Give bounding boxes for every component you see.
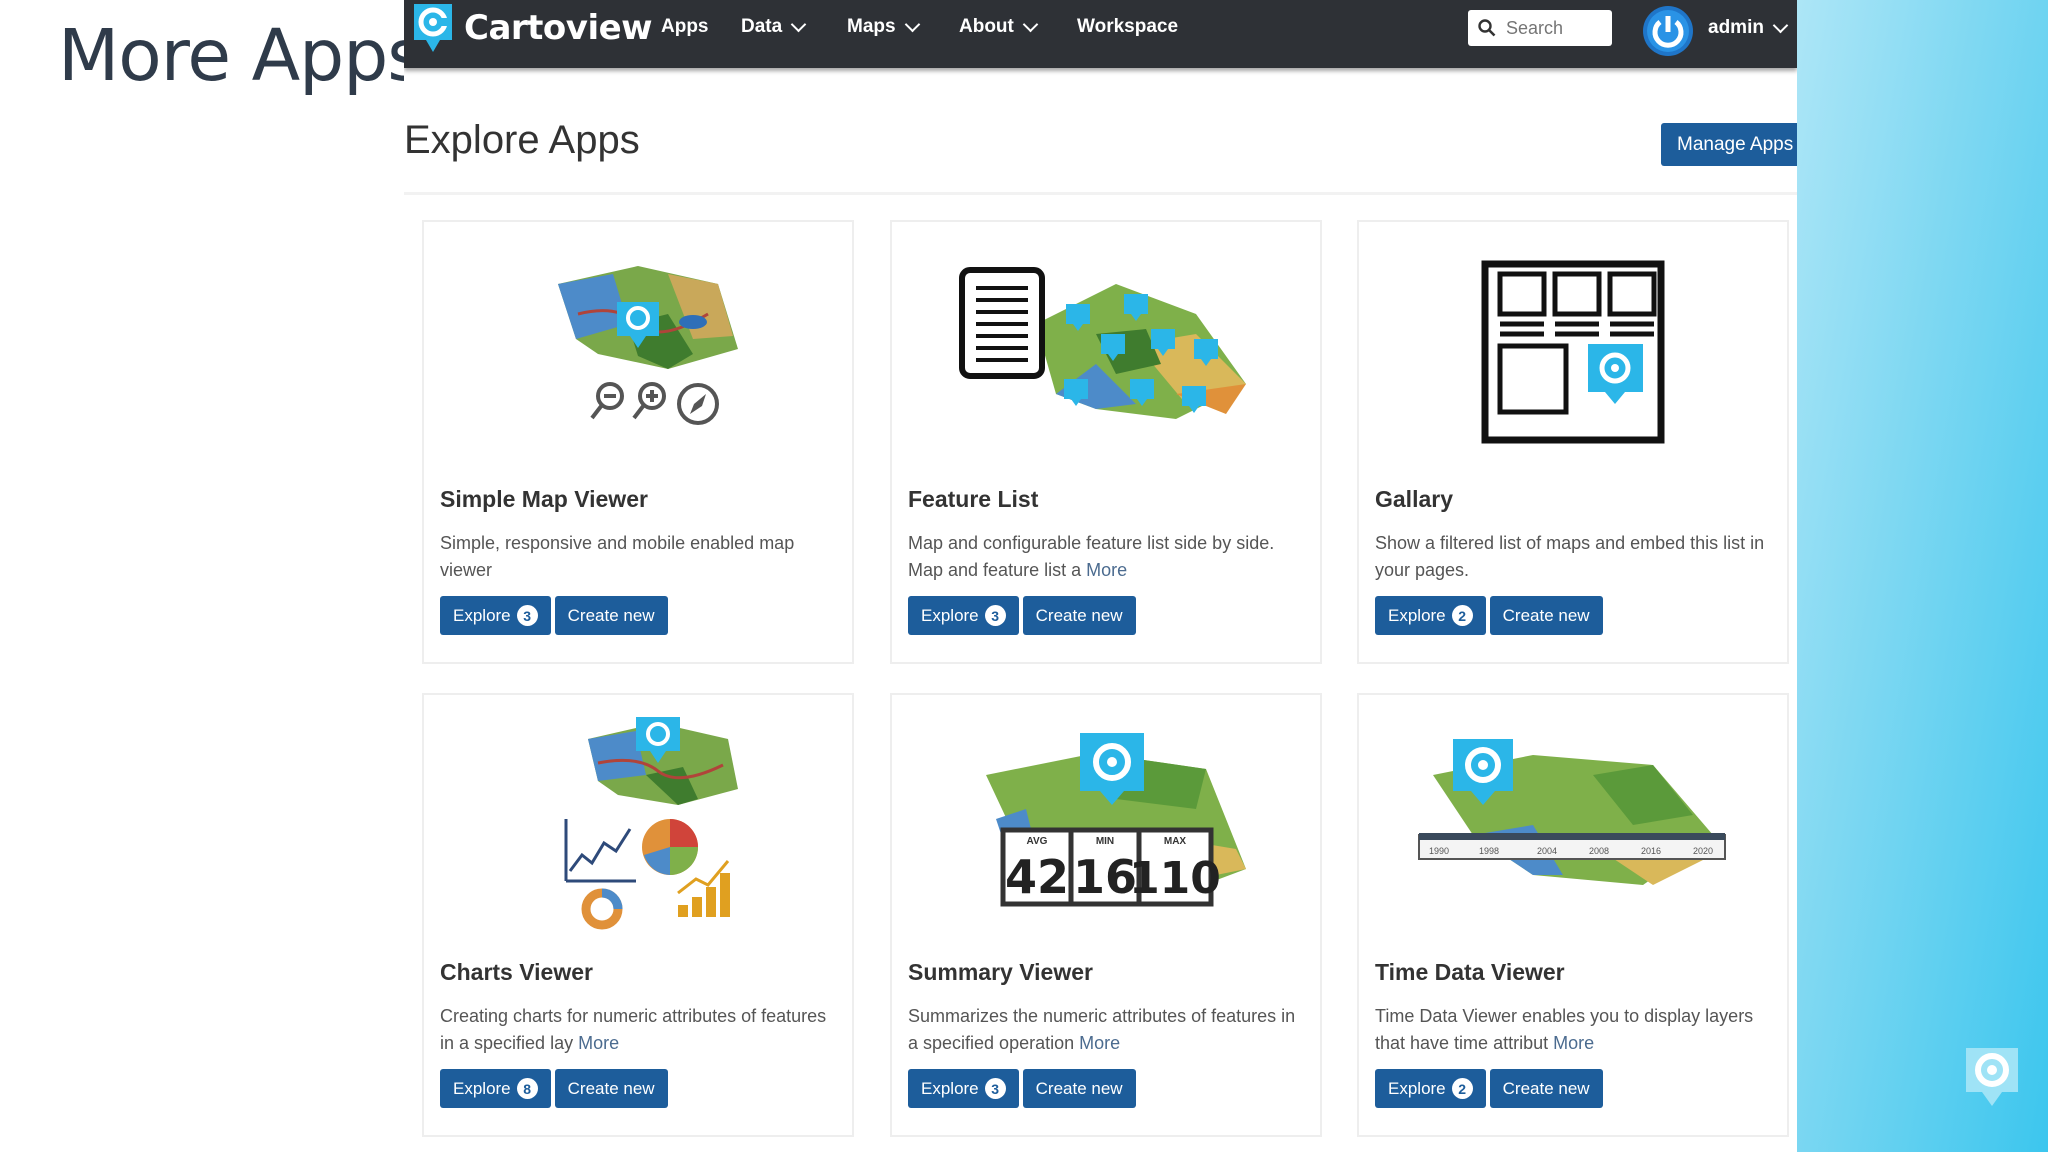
manage-apps-button[interactable]: Manage Apps bbox=[1661, 123, 1797, 166]
search-box[interactable] bbox=[1468, 10, 1612, 46]
timeline-year: 1990 bbox=[1429, 846, 1449, 856]
more-link[interactable]: More bbox=[1553, 1033, 1594, 1053]
user-menu[interactable]: admin bbox=[1708, 17, 1789, 39]
card-description: Creating charts for numeric attributes o… bbox=[440, 1003, 840, 1057]
card-description: Time Data Viewer enables you to display … bbox=[1375, 1003, 1775, 1057]
app-card-gallary: Gallary Show a filtered list of maps and… bbox=[1357, 220, 1789, 664]
explore-button[interactable]: Explore 2 bbox=[1375, 1069, 1486, 1108]
max-label: MAX bbox=[1164, 836, 1187, 847]
create-new-button[interactable]: Create new bbox=[1022, 596, 1136, 635]
nav-data[interactable]: Data bbox=[741, 16, 807, 38]
nav-workspace[interactable]: Workspace bbox=[1077, 16, 1178, 38]
card-description: Map and configurable feature list side b… bbox=[908, 530, 1308, 584]
nav-data-label: Data bbox=[741, 16, 783, 37]
explore-label: Explore bbox=[453, 605, 511, 625]
search-input[interactable] bbox=[1504, 16, 1608, 40]
explore-button[interactable]: Explore 8 bbox=[440, 1069, 551, 1108]
count-badge: 3 bbox=[984, 605, 1006, 626]
create-new-button[interactable]: Create new bbox=[1489, 1069, 1603, 1108]
timeline-year: 1998 bbox=[1479, 846, 1499, 856]
avg-value: 42 bbox=[1005, 850, 1069, 904]
chevron-down-icon bbox=[904, 16, 920, 32]
nav-about-label: About bbox=[959, 16, 1014, 37]
time-data-viewer-illustration: 1990 1998 2004 2008 2016 2020 bbox=[1418, 739, 1726, 885]
more-link[interactable]: More bbox=[578, 1033, 619, 1053]
search-icon bbox=[1478, 19, 1496, 37]
count-badge: 8 bbox=[516, 1078, 538, 1099]
card-desc-text: Simple, responsive and mobile enabled ma… bbox=[440, 533, 795, 580]
max-value: 110 bbox=[1129, 853, 1221, 904]
explore-button[interactable]: Explore 3 bbox=[908, 1069, 1019, 1108]
nav-maps[interactable]: Maps bbox=[847, 16, 920, 38]
explore-label: Explore bbox=[921, 605, 979, 625]
create-new-button[interactable]: Create new bbox=[554, 596, 668, 635]
card-desc-text: Show a filtered list of maps and embed t… bbox=[1375, 533, 1765, 580]
header-divider bbox=[404, 192, 1797, 195]
card-title: Gallary bbox=[1375, 486, 1453, 512]
min-value: 16 bbox=[1073, 850, 1137, 904]
app-card-summary-viewer: AVG 42 MIN 16 MAX 110 Summary Viewer Sum… bbox=[890, 693, 1322, 1137]
explore-label: Explore bbox=[1388, 605, 1446, 625]
nav-about[interactable]: About bbox=[959, 16, 1039, 38]
summary-viewer-illustration: AVG 42 MIN 16 MAX 110 bbox=[986, 733, 1246, 907]
timeline-year: 2020 bbox=[1693, 846, 1713, 856]
nav-maps-label: Maps bbox=[847, 16, 896, 37]
page-title: Explore Apps bbox=[404, 118, 640, 162]
card-description: Simple, responsive and mobile enabled ma… bbox=[440, 530, 840, 584]
brand-name: Cartoview bbox=[464, 8, 653, 48]
card-title: Time Data Viewer bbox=[1375, 959, 1565, 985]
app-card-time-data-viewer: 1990 1998 2004 2008 2016 2020 Time Data … bbox=[1357, 693, 1789, 1137]
chevron-down-icon bbox=[1772, 17, 1789, 33]
card-description: Show a filtered list of maps and embed t… bbox=[1375, 530, 1775, 584]
nav-apps[interactable]: Apps bbox=[661, 16, 709, 38]
cartoview-logo-icon bbox=[414, 4, 452, 52]
feature-list-illustration bbox=[959, 267, 1246, 419]
avg-label: AVG bbox=[1027, 836, 1048, 847]
count-badge: 2 bbox=[1451, 1078, 1473, 1099]
brand[interactable]: Cartoview bbox=[410, 0, 653, 56]
create-new-button[interactable]: Create new bbox=[554, 1069, 668, 1108]
count-badge: 3 bbox=[984, 1078, 1006, 1099]
explore-button[interactable]: Explore 3 bbox=[908, 596, 1019, 635]
nav-workspace-label: Workspace bbox=[1077, 16, 1179, 37]
more-link[interactable]: More bbox=[1086, 560, 1127, 580]
create-new-button[interactable]: Create new bbox=[1022, 1069, 1136, 1108]
app-card-simple-map-viewer: Simple Map Viewer Simple, responsive and… bbox=[422, 220, 854, 664]
explore-label: Explore bbox=[921, 1078, 979, 1098]
card-title: Simple Map Viewer bbox=[440, 486, 648, 512]
chevron-down-icon bbox=[790, 16, 807, 32]
browser-frame: Cartoview Apps Data Maps About Workspace… bbox=[404, 0, 1797, 1152]
timeline-year: 2008 bbox=[1589, 846, 1609, 856]
app-card-feature-list: Feature List Map and configurable featur… bbox=[890, 220, 1322, 664]
app-card-charts-viewer: Charts Viewer Creating charts for numeri… bbox=[422, 693, 854, 1137]
chevron-down-icon bbox=[1022, 16, 1039, 32]
simple-map-viewer-illustration bbox=[558, 266, 738, 425]
timeline-year: 2016 bbox=[1641, 846, 1661, 856]
explore-button[interactable]: Explore 3 bbox=[440, 596, 551, 635]
count-badge: 3 bbox=[516, 605, 538, 626]
min-label: MIN bbox=[1096, 836, 1114, 847]
timeline-year: 2004 bbox=[1537, 846, 1557, 856]
card-title: Charts Viewer bbox=[440, 959, 593, 985]
create-new-button[interactable]: Create new bbox=[1489, 596, 1603, 635]
user-avatar-icon[interactable] bbox=[1642, 5, 1694, 57]
card-description: Summarizes the numeric attributes of fea… bbox=[908, 1003, 1308, 1057]
user-name: admin bbox=[1708, 17, 1764, 38]
slide-title: More Apps bbox=[58, 14, 424, 97]
explore-button[interactable]: Explore 2 bbox=[1375, 596, 1486, 635]
cartoview-corner-logo-icon bbox=[1966, 1048, 2018, 1106]
card-title: Feature List bbox=[908, 486, 1039, 512]
card-desc-text: Creating charts for numeric attributes o… bbox=[440, 1006, 827, 1053]
explore-label: Explore bbox=[1388, 1078, 1446, 1098]
gallery-illustration bbox=[1481, 260, 1665, 444]
nav-apps-label: Apps bbox=[661, 16, 709, 37]
more-link[interactable]: More bbox=[1079, 1033, 1120, 1053]
charts-viewer-illustration bbox=[564, 717, 738, 930]
card-title: Summary Viewer bbox=[908, 959, 1093, 985]
explore-label: Explore bbox=[453, 1078, 511, 1098]
count-badge: 2 bbox=[1451, 605, 1473, 626]
navbar: Cartoview Apps Data Maps About Workspace… bbox=[404, 0, 1797, 68]
